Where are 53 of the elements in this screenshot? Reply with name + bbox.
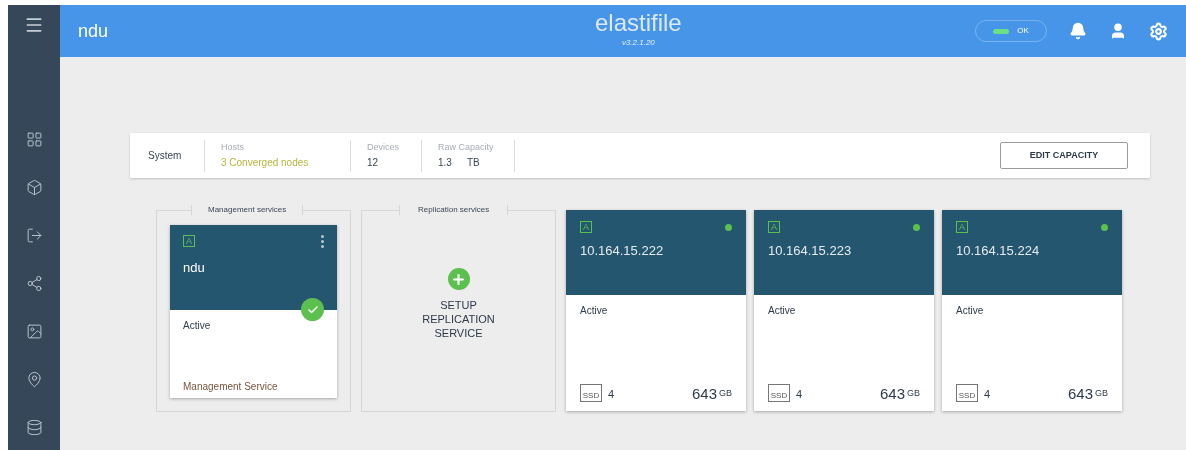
capacity-unit: GB [719,386,732,400]
management-card[interactable]: A ndu Active Management Service [170,225,337,398]
capacity-value: 643 [879,385,905,402]
drive-icon: SSD [768,384,790,402]
drive-count: 4 [984,386,991,402]
stat-value: 3 Converged nodes [221,155,309,170]
status-text: Active [768,304,797,318]
node-badge: A [580,221,592,233]
group-title: Management services [191,205,304,215]
stat-label: Hosts [221,141,245,155]
group-title: Replication services [399,205,509,215]
picture-frame-icon[interactable] [25,323,43,340]
exit-icon[interactable] [25,227,43,244]
drive-icon: SSD [580,384,602,402]
status-text: Active [580,304,609,318]
more-icon[interactable] [321,235,324,248]
drive-icon: SSD [956,384,978,402]
status-text: Active [183,319,212,333]
edit-capacity-button[interactable]: EDIT CAPACITY [1000,142,1128,169]
summary-label: System [147,149,183,163]
stat-value: 12 [367,155,379,170]
settings-icon[interactable] [1149,21,1168,41]
share-icon[interactable] [25,275,43,292]
stat-label: Raw Capacity [438,141,495,155]
database-icon[interactable] [25,419,43,436]
service-name: ndu [183,259,206,277]
grid-icon[interactable] [25,131,43,148]
node-badge: A [768,221,780,233]
node-badge: A [183,235,195,247]
status-text: Active [956,304,985,318]
stat-label: Devices [367,141,400,155]
capacity-value: 643 [1067,385,1093,402]
page-title: ndu [78,19,109,43]
cube-icon[interactable] [25,179,43,196]
setup-replication-link[interactable]: SETUP REPLICATION SERVICE [408,298,509,340]
node-badge: A [956,221,968,233]
stat-value: 1.3 [438,155,452,170]
menu-icon[interactable] [24,15,44,35]
version-text: v3.2.1.20 [621,37,655,49]
node-ip: 10.164.15.223 [768,242,853,260]
drive-count: 4 [796,386,803,402]
logo: elastifile [595,9,682,37]
node-ip: 10.164.15.224 [956,242,1041,260]
notifications-icon[interactable] [1069,22,1087,40]
user-icon[interactable] [1109,22,1127,40]
capacity-value: 643 [691,385,717,402]
stat-unit: TB [466,155,480,170]
location-pin-icon[interactable] [25,371,43,388]
node-ip: 10.164.15.222 [580,242,665,260]
capacity-unit: GB [1095,386,1108,400]
drive-count: 4 [608,386,615,402]
service-type: Management Service [183,380,279,394]
capacity-unit: GB [907,386,920,400]
